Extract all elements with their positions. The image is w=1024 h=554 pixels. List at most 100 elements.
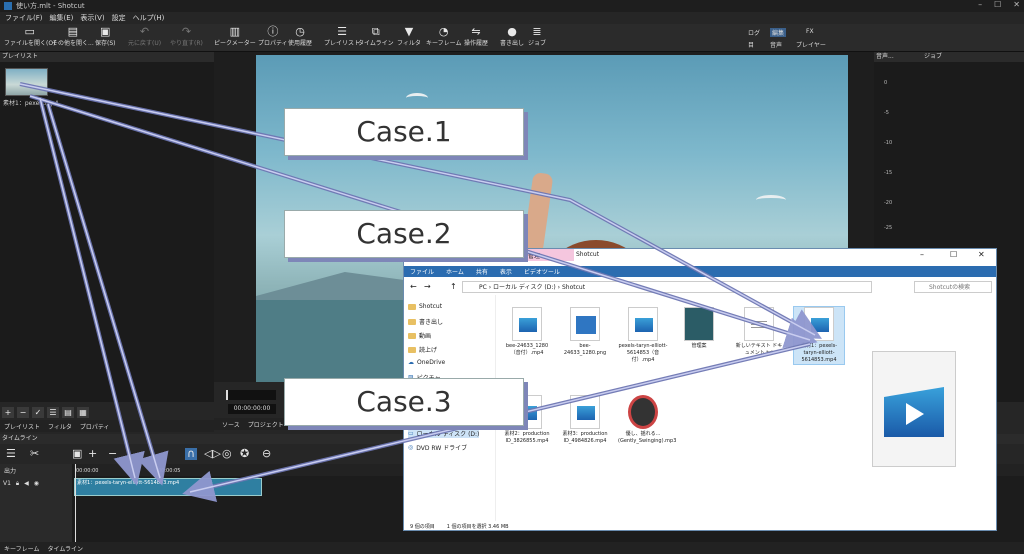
- redo-button[interactable]: ↷ やり直す(R): [170, 25, 203, 47]
- update-icon[interactable]: ✓: [32, 406, 44, 418]
- maximize-button[interactable]: ☐: [994, 0, 1001, 12]
- file-item[interactable]: 素材1：pexels-taryn-elliott-5614853.mp4: [793, 306, 845, 365]
- back-icon[interactable]: ←: [410, 282, 417, 291]
- nav-item[interactable]: 動画: [408, 331, 431, 340]
- tab-source[interactable]: ソース: [222, 420, 240, 429]
- mute-icon[interactable]: ◀: [24, 480, 29, 488]
- eye-icon[interactable]: ◉: [34, 480, 39, 488]
- file-item[interactable]: pexels-taryn-elliott-5614853（音付）.mp4: [618, 307, 668, 364]
- nav-item[interactable]: ◎ DVD RW ドライブ: [408, 443, 467, 452]
- search-box[interactable]: Shotcutの検索: [914, 281, 992, 293]
- playlist-item-thumbnail[interactable]: [5, 68, 48, 96]
- close-button[interactable]: ✕: [1013, 0, 1020, 12]
- playlist-button[interactable]: ☰ プレイリスト: [324, 25, 360, 47]
- layout-edit-button[interactable]: 編集: [770, 28, 787, 37]
- minimize-button[interactable]: –: [920, 250, 924, 259]
- file-item[interactable]: bee-24633_1280.png: [560, 307, 610, 357]
- tab-properties[interactable]: プロパティ: [80, 422, 110, 431]
- remove-icon[interactable]: −: [108, 448, 117, 460]
- layout-log-button[interactable]: ログ: [748, 28, 760, 37]
- v1-track-header[interactable]: V1 🔒︎ ◀ ◉: [3, 480, 39, 488]
- filter-icon: ▼: [404, 25, 414, 38]
- tab-filters[interactable]: フィルタ: [48, 422, 72, 431]
- address-bar[interactable]: PC › ローカル ディスク (D:) › Shotcut: [462, 281, 872, 293]
- info-icon: ⓘ: [267, 25, 279, 38]
- menu-view[interactable]: 表示(V): [80, 13, 104, 23]
- ribbon-tab-file[interactable]: ファイル: [410, 267, 434, 276]
- ripple-all-icon[interactable]: ✪: [240, 448, 249, 460]
- nav-item[interactable]: Shotcut: [408, 303, 442, 310]
- lock-icon[interactable]: 🔒︎: [16, 480, 19, 488]
- nav-item[interactable]: 読上げ: [408, 345, 437, 354]
- callout-case2: Case.2: [284, 210, 524, 258]
- playhead[interactable]: [75, 464, 76, 542]
- peak-meter-button[interactable]: ▥ ピークメーター: [214, 25, 256, 47]
- add-icon[interactable]: +: [2, 406, 14, 418]
- timeline-button[interactable]: ⧉ タイムライン: [358, 25, 394, 47]
- action-history-icon: ⇋: [471, 25, 481, 38]
- timecode-field[interactable]: 00:00:00:00: [228, 404, 276, 414]
- toolbar-label: 使用履歴: [288, 40, 313, 47]
- meter-tick: -25: [884, 225, 893, 231]
- file-item[interactable]: 新しいテキスト ドキュメント.txt: [734, 307, 784, 357]
- menu-file[interactable]: ファイル(F): [5, 13, 43, 23]
- file-item[interactable]: 素材3：production ID_4984826.mp4: [560, 395, 610, 445]
- file-item[interactable]: 管理案: [674, 307, 724, 350]
- file-name: 新しいテキスト ドキュメント.txt: [735, 343, 783, 356]
- nav-item[interactable]: ▭ ローカル ディスク (D:): [408, 429, 480, 438]
- ribbon-tab-view[interactable]: 表示: [500, 267, 512, 276]
- drive-icon: ▭: [408, 430, 414, 437]
- cut-icon[interactable]: ✂: [30, 448, 39, 460]
- nav-item[interactable]: 書き出し: [408, 317, 443, 326]
- info-button[interactable]: ⓘ プロパティ: [258, 25, 288, 47]
- icons-view-icon[interactable]: ▦: [77, 406, 89, 418]
- snap-icon[interactable]: ∩: [185, 448, 198, 460]
- bottom-tabs: キーフレーム タイムライン: [0, 542, 1024, 554]
- close-button[interactable]: ✕: [978, 250, 985, 259]
- file-item[interactable]: bee-24633_1280（音付）.mp4: [502, 307, 552, 357]
- jobs-button[interactable]: ≣ ジョブ: [528, 25, 546, 47]
- filter-button[interactable]: ▼ フィルタ: [397, 25, 421, 47]
- folder-icon: [408, 318, 416, 325]
- menu-edit[interactable]: 編集(E): [50, 13, 74, 23]
- layout-sub-button[interactable]: 目: [748, 40, 754, 49]
- file-item[interactable]: 優し、揺れる... (Gently_Swinging).mp3: [618, 395, 676, 445]
- menu-settings[interactable]: 設定: [112, 13, 126, 23]
- layout-player-button[interactable]: プレイヤー: [796, 40, 826, 49]
- action-history-button[interactable]: ⇋ 操作履歴: [464, 25, 488, 47]
- history-button[interactable]: ◷ 使用履歴: [288, 25, 312, 47]
- scrub-bar[interactable]: [226, 390, 276, 400]
- up-icon[interactable]: ↑: [450, 282, 457, 291]
- keyframe-button[interactable]: ◔ キーフレーム: [426, 25, 461, 47]
- timeline-clip[interactable]: 素材1：pexels-taryn-elliott-5614853.mp4: [74, 478, 262, 496]
- append-icon[interactable]: ▣: [72, 448, 82, 460]
- export-button[interactable]: ● 書き出し: [500, 25, 524, 47]
- minimize-button[interactable]: –: [978, 0, 982, 12]
- menu-icon[interactable]: ☰: [6, 448, 16, 460]
- details-view-icon[interactable]: ☰: [47, 406, 59, 418]
- layout-audio-button[interactable]: 音声: [770, 40, 782, 49]
- tab-project[interactable]: プロジェクト: [248, 420, 284, 429]
- ribbon-tab-video-tools[interactable]: ビデオツール: [524, 267, 560, 276]
- tab-timeline[interactable]: タイムライン: [47, 544, 83, 553]
- tab-playlist[interactable]: プレイリスト: [4, 422, 40, 431]
- ribbon-tab-share[interactable]: 共有: [476, 267, 488, 276]
- remove-icon[interactable]: −: [17, 406, 29, 418]
- folder-button[interactable]: ▭ ファイルを開く(O): [4, 25, 55, 47]
- menu-help[interactable]: ヘルプ(H): [133, 13, 165, 23]
- tiles-view-icon[interactable]: ▤: [62, 406, 74, 418]
- maximize-button[interactable]: ☐: [950, 250, 957, 259]
- zoom-out-icon[interactable]: ⊖: [262, 448, 271, 460]
- scrub-icon[interactable]: ◁▷: [204, 448, 221, 460]
- nav-item[interactable]: ☁ OneDrive: [408, 359, 445, 366]
- undo-button[interactable]: ↶ 元に戻す(U): [128, 25, 161, 47]
- ribbon-tab-home[interactable]: ホーム: [446, 267, 464, 276]
- jobs-panel-title: ジョブ: [922, 52, 1024, 62]
- ripple-icon[interactable]: ◎: [222, 448, 232, 460]
- save-button[interactable]: ▣ 保存(S): [95, 25, 116, 47]
- layout-fx-button[interactable]: FX: [806, 28, 814, 35]
- tab-keyframes[interactable]: キーフレーム: [4, 544, 39, 553]
- add-icon[interactable]: +: [88, 448, 97, 460]
- open-other-button[interactable]: ▤ その他を開く...: [52, 25, 94, 47]
- forward-icon[interactable]: →: [424, 282, 431, 291]
